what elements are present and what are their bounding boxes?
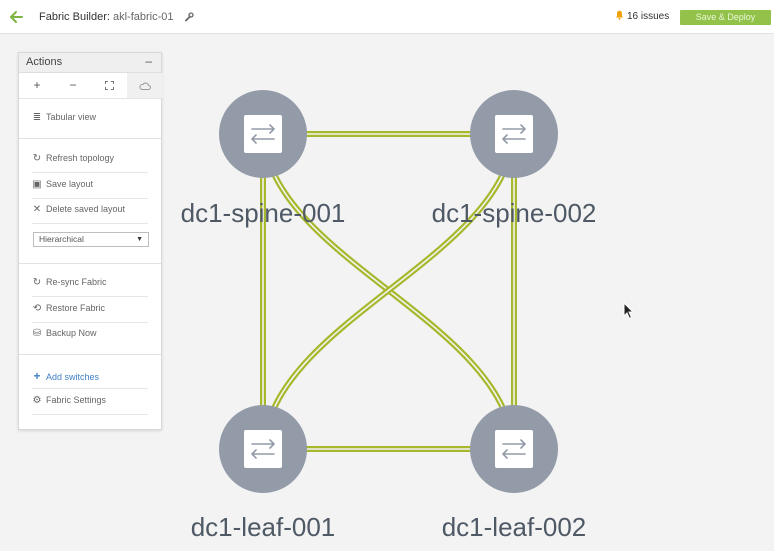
divider (32, 198, 148, 199)
restore-fabric-label: Restore Fabric (46, 303, 106, 313)
delete-saved-layout-item[interactable]: ✕ Delete saved layout (32, 204, 148, 224)
divider (32, 296, 148, 297)
divider (19, 354, 161, 355)
layout-select[interactable]: Hierarchical ▼ (33, 232, 149, 247)
save-layout-label: Save layout (46, 179, 94, 189)
zoom-in-button[interactable]: + (19, 73, 55, 98)
switch-node-label: dc1-spine-001 (180, 198, 346, 228)
switch-node[interactable] (219, 90, 307, 178)
fabric-settings-label: Fabric Settings (46, 395, 107, 405)
topology-links (260, 131, 517, 452)
refresh-icon: ↻ (32, 153, 42, 164)
backup-now-label: Backup Now (46, 328, 97, 338)
switch-icon (495, 115, 533, 153)
divider (32, 172, 148, 173)
refresh-topology-item[interactable]: ↻ Refresh topology (32, 153, 148, 173)
database-icon: ⛁ (32, 328, 42, 339)
resync-fabric-item[interactable]: ↻ Re-sync Fabric (32, 277, 148, 297)
expand-icon (104, 81, 114, 90)
fit-to-screen-button[interactable] (91, 73, 127, 98)
restore-fabric-item[interactable]: ⟲ Restore Fabric (32, 303, 148, 323)
switch-node-label: dc1-leaf-002 (441, 512, 587, 542)
list-icon: ≣ (32, 112, 42, 123)
switch-node-label: dc1-leaf-001 (190, 512, 336, 542)
switch-icon (244, 430, 282, 468)
actions-header: Actions – (19, 53, 161, 73)
restore-icon: ⟲ (32, 303, 42, 314)
cloud-view-button[interactable] (127, 73, 163, 98)
backup-now-item[interactable]: ⛁ Backup Now (32, 328, 148, 348)
refresh-icon: ↻ (32, 277, 42, 288)
switch-node[interactable] (470, 90, 558, 178)
gear-icon: ⚙ (32, 395, 42, 406)
divider (19, 263, 161, 264)
fabric-settings-item[interactable]: ⚙ Fabric Settings (32, 395, 148, 415)
save-layout-item[interactable]: ▣ Save layout (32, 179, 148, 199)
divider (19, 138, 161, 139)
switch-node[interactable] (470, 405, 558, 493)
add-switches-label: Add switches (46, 372, 100, 382)
add-switches-item[interactable]: + Add switches (32, 369, 148, 389)
tabular-view-item[interactable]: ≣ Tabular view (32, 112, 148, 132)
delete-saved-layout-label: Delete saved layout (46, 204, 126, 214)
switch-node[interactable] (219, 405, 307, 493)
resync-fabric-label: Re-sync Fabric (46, 277, 107, 287)
zoom-toolbar: + − (19, 73, 163, 99)
switch-icon (495, 430, 533, 468)
actions-title: Actions (26, 56, 63, 68)
tabular-view-label: Tabular view (46, 112, 97, 122)
plus-icon: + (33, 369, 41, 383)
switch-icon (244, 115, 282, 153)
mouse-cursor-icon (623, 302, 635, 320)
switch-node-label: dc1-spine-002 (431, 198, 597, 228)
chevron-down-icon: ▼ (136, 236, 143, 243)
divider (32, 414, 148, 415)
close-icon: ✕ (32, 204, 42, 215)
zoom-out-button[interactable]: − (55, 73, 91, 98)
collapse-panel-button[interactable]: – (145, 54, 152, 68)
cloud-icon (139, 82, 151, 90)
floppy-disk-icon: ▣ (32, 179, 42, 190)
link-spine2-leaf1 (260, 133, 517, 450)
divider (32, 322, 148, 323)
divider (32, 388, 148, 389)
layout-select-value: Hierarchical (39, 234, 84, 244)
divider (32, 223, 148, 224)
refresh-topology-label: Refresh topology (46, 153, 115, 163)
actions-panel: Actions – + − ≣ Tabular view ↻ Refresh top… (18, 52, 163, 430)
